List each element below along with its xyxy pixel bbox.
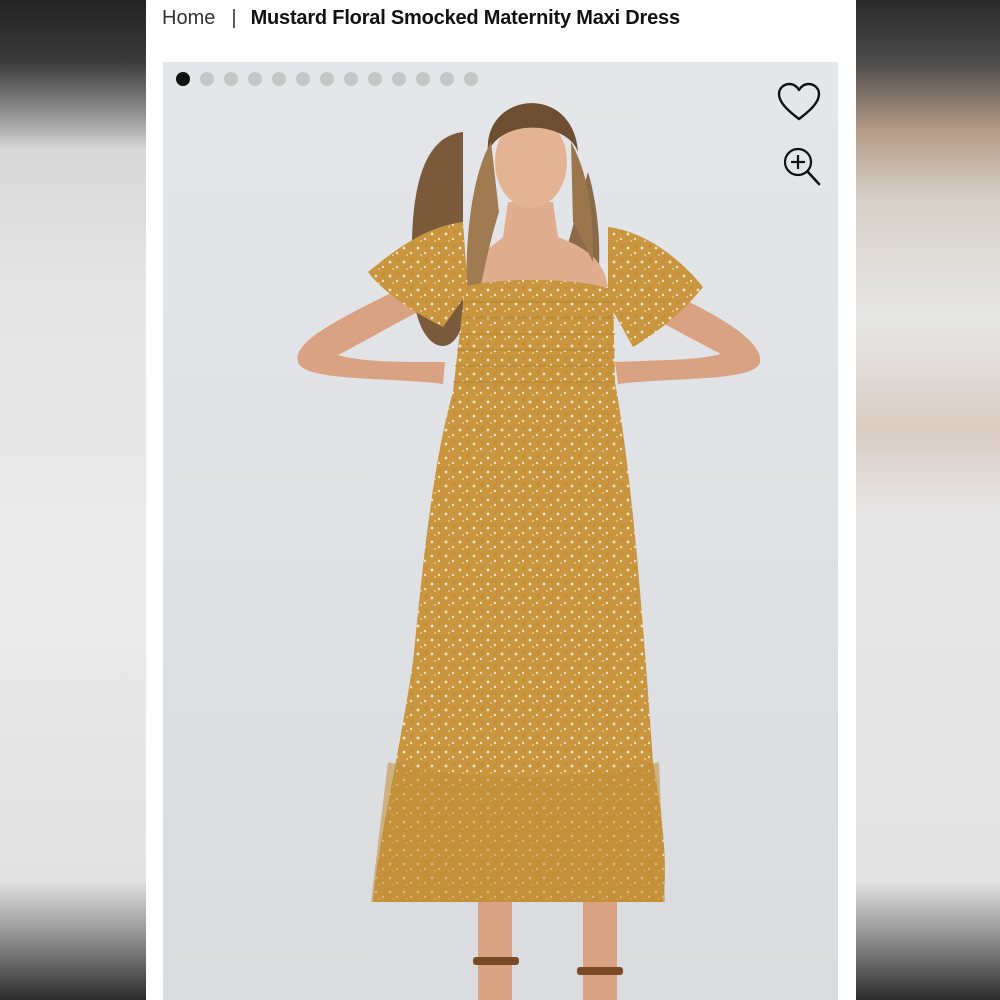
zoom-in-icon bbox=[783, 147, 821, 186]
heart-icon bbox=[777, 82, 821, 121]
zoom-image-button[interactable] bbox=[782, 146, 822, 188]
add-to-wishlist-button[interactable] bbox=[776, 80, 822, 124]
gallery-pagination bbox=[176, 72, 478, 86]
gallery-dot-4[interactable] bbox=[248, 72, 262, 86]
blurred-backdrop-right bbox=[856, 0, 1000, 1000]
breadcrumb-current-page: Mustard Floral Smocked Maternity Maxi Dr… bbox=[250, 6, 681, 29]
gallery-dot-13[interactable] bbox=[464, 72, 478, 86]
breadcrumb: Home | Mustard Floral Smocked Maternity … bbox=[162, 4, 680, 32]
blurred-backdrop-left bbox=[0, 0, 146, 1000]
product-image-gallery[interactable] bbox=[163, 62, 838, 1000]
gallery-dot-1[interactable] bbox=[176, 72, 190, 86]
gallery-dot-9[interactable] bbox=[368, 72, 382, 86]
product-panel: Home | Mustard Floral Smocked Maternity … bbox=[146, 0, 856, 1000]
gallery-dot-7[interactable] bbox=[320, 72, 334, 86]
gallery-dot-11[interactable] bbox=[416, 72, 430, 86]
product-image bbox=[297, 103, 761, 1000]
gallery-dot-2[interactable] bbox=[200, 72, 214, 86]
breadcrumb-home-link[interactable]: Home bbox=[162, 7, 215, 30]
gallery-dot-6[interactable] bbox=[296, 72, 310, 86]
gallery-dot-12[interactable] bbox=[440, 72, 454, 86]
breadcrumb-separator: | bbox=[231, 6, 237, 29]
gallery-dot-3[interactable] bbox=[224, 72, 238, 86]
gallery-dot-10[interactable] bbox=[392, 72, 406, 86]
gallery-dot-5[interactable] bbox=[272, 72, 286, 86]
gallery-dot-8[interactable] bbox=[344, 72, 358, 86]
